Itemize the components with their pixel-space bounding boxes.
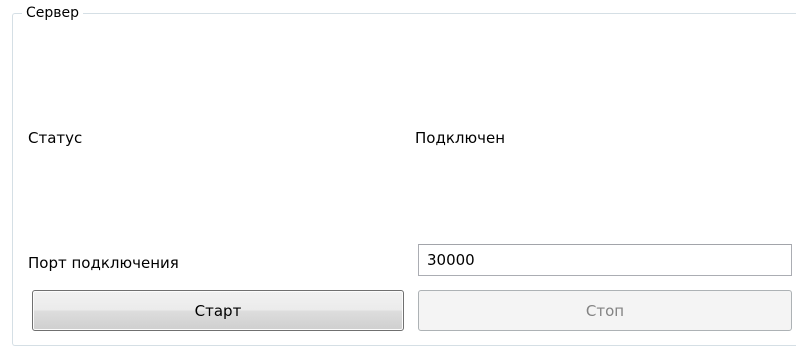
groupbox-title: Сервер xyxy=(22,4,84,22)
status-label: Статус xyxy=(28,129,83,147)
port-input[interactable] xyxy=(418,244,792,276)
stop-button[interactable]: Стоп xyxy=(418,290,792,331)
status-value: Подключен xyxy=(415,129,505,147)
server-window: Сервер Статус Подключен Порт подключения… xyxy=(0,0,798,351)
start-button[interactable]: Старт xyxy=(32,290,404,331)
port-label: Порт подключения xyxy=(28,254,179,272)
